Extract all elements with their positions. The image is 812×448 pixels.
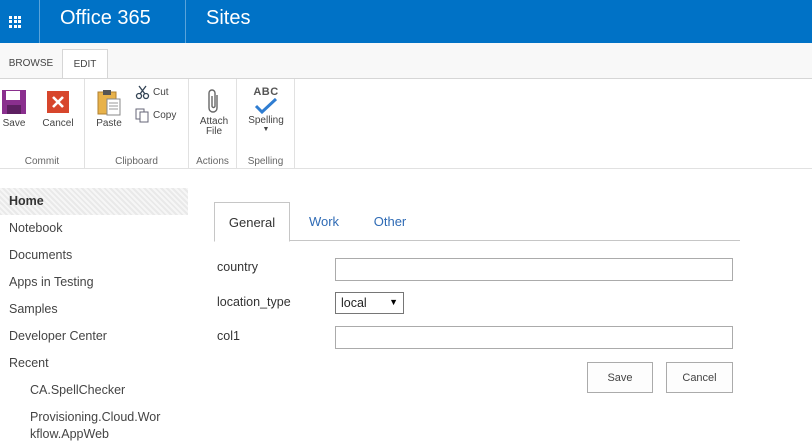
attach-file-button[interactable]: Attach File — [195, 87, 233, 137]
cancel-label: Cancel — [42, 118, 74, 129]
suite-bar-divider — [39, 0, 40, 43]
tab-work[interactable]: Work — [296, 202, 352, 241]
left-navigation: Home Notebook Documents Apps in Testing … — [0, 188, 188, 443]
suite-bar: Office 365 Sites — [0, 0, 812, 43]
location-type-label: location_type — [217, 295, 291, 309]
copy-button[interactable]: Copy — [135, 108, 176, 123]
location-type-select[interactable]: local ▼ — [335, 292, 404, 314]
copy-label: Copy — [153, 110, 177, 121]
country-field[interactable] — [335, 258, 733, 281]
cut-label: Cut — [153, 87, 169, 98]
col1-label: col1 — [217, 329, 240, 343]
nav-item-provisioning-cloud-workflow[interactable]: Provisioning.Cloud.Wor kflow.AppWeb — [0, 409, 188, 443]
nav-item-documents[interactable]: Documents — [0, 242, 188, 269]
paste-label: Paste — [96, 118, 122, 129]
suite-bar-divider — [185, 0, 186, 43]
dropdown-arrow-icon: ▼ — [389, 297, 398, 307]
save-icon — [2, 90, 26, 114]
ribbon: Save Cancel Commit Paste Cut Copy Clipbo… — [0, 78, 812, 169]
spelling-button[interactable]: ABC Spelling ▼ — [245, 86, 287, 134]
scissors-icon — [135, 85, 150, 100]
app-title-link[interactable]: Sites — [206, 7, 250, 30]
tab-edit[interactable]: EDIT — [62, 49, 108, 79]
chevron-down-icon: ▼ — [262, 126, 270, 133]
cut-button[interactable]: Cut — [135, 85, 169, 100]
group-label-clipboard: Clipboard — [115, 156, 158, 167]
attach-file-label-line2: File — [205, 126, 223, 137]
col1-field[interactable] — [335, 326, 733, 349]
form-cancel-button[interactable]: Cancel — [666, 362, 733, 393]
country-label: country — [217, 260, 258, 274]
nav-item-apps-in-testing[interactable]: Apps in Testing — [0, 269, 188, 296]
tab-general[interactable]: General — [214, 202, 290, 242]
location-type-value: local — [341, 296, 367, 310]
cancel-icon — [47, 91, 69, 113]
ribbon-group-actions: Attach File Actions — [189, 79, 237, 169]
paste-icon — [97, 90, 121, 116]
group-label-actions: Actions — [196, 156, 229, 167]
nav-item-developer-center[interactable]: Developer Center — [0, 323, 188, 350]
save-label: Save — [2, 118, 26, 129]
nav-item-recent[interactable]: Recent — [0, 350, 188, 377]
tab-other[interactable]: Other — [360, 202, 420, 241]
ribbon-group-spelling: ABC Spelling ▼ Spelling — [237, 79, 295, 169]
brand-link[interactable]: Office 365 — [60, 7, 151, 30]
group-label-commit: Commit — [24, 156, 60, 167]
nav-item-home[interactable]: Home — [0, 188, 188, 215]
app-launcher-button[interactable] — [0, 0, 30, 43]
ribbon-group-clipboard: Paste Cut Copy Clipboard — [85, 79, 189, 169]
group-label-spelling: Spelling — [247, 156, 284, 167]
save-button[interactable]: Save — [0, 89, 28, 129]
cancel-button[interactable]: Cancel — [40, 91, 76, 129]
nav-item-ca-spellchecker[interactable]: CA.SpellChecker — [0, 377, 188, 404]
abc-text: ABC — [253, 86, 279, 98]
tab-browse[interactable]: BROWSE — [0, 49, 62, 78]
ribbon-tab-strip: BROWSE EDIT — [0, 43, 812, 79]
waffle-icon — [9, 15, 21, 28]
nav-item-provisioning-line2: kflow.AppWeb — [30, 427, 109, 441]
checkmark-icon — [254, 98, 278, 114]
paste-button[interactable]: Paste — [93, 89, 125, 129]
nav-item-samples[interactable]: Samples — [0, 296, 188, 323]
form-save-button[interactable]: Save — [587, 362, 653, 393]
nav-item-provisioning-line1: Provisioning.Cloud.Wor — [30, 410, 161, 424]
form-tab-strip: General Work Other — [214, 202, 740, 242]
nav-item-notebook[interactable]: Notebook — [0, 215, 188, 242]
paperclip-icon — [208, 89, 218, 113]
spelling-label: Spelling — [248, 115, 284, 126]
copy-icon — [135, 108, 149, 123]
ribbon-group-commit: Save Cancel Commit — [0, 79, 85, 169]
